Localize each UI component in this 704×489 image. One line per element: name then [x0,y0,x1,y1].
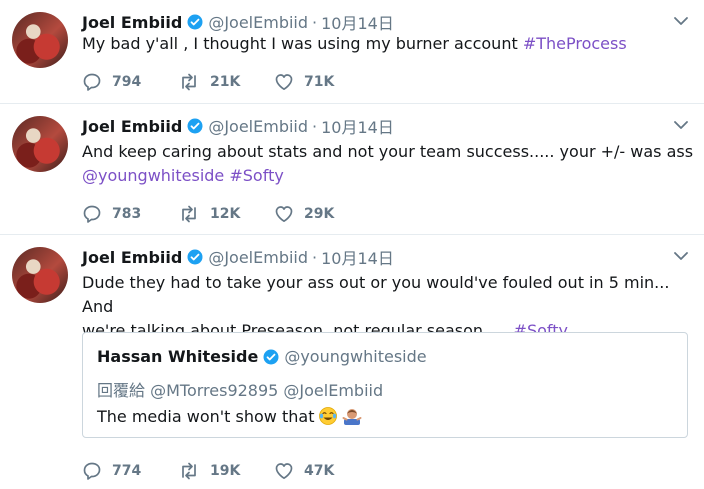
verified-badge-icon [187,118,203,134]
tweet[interactable]: Joel Embiid @JoelEmbiid · 10月14日 My bad … [0,0,704,104]
tweet-actions: 794 21K 71K [82,72,370,92]
reply-icon [83,462,101,480]
verified-badge-icon [187,249,203,265]
tweet-body: And keep caring about stats and not your… [82,142,694,161]
retweet-icon [182,205,196,223]
tweet-actions: 783 12K 29K [82,204,370,224]
tweet-header: Joel Embiid @JoelEmbiid · 10月14日 [82,10,394,34]
author-handle[interactable]: @JoelEmbiid [208,248,308,267]
retweet-button[interactable]: 12K [178,204,274,224]
tweet-body-line-1: Dude they had to take your ass out or yo… [82,273,670,316]
tweet-body: My bad y'all , I thought I was using my … [82,34,523,53]
heart-icon [275,74,293,91]
verified-badge-icon [263,349,279,365]
tweet[interactable]: Joel Embiid @JoelEmbiid · 10月14日 And kee… [0,104,704,235]
author-handle[interactable]: @JoelEmbiid [208,13,308,32]
retweet-button[interactable]: 21K [178,72,274,92]
chevron-down-icon[interactable] [672,12,690,30]
quoted-author-handle[interactable]: @youngwhiteside [284,347,426,366]
separator-dot: · [312,12,318,32]
quoted-tweet-body: The media won't show that [97,406,315,426]
separator-dot: · [312,116,318,136]
retweet-button[interactable]: 19K [178,461,274,481]
tweet-text: And keep caring about stats and not your… [82,140,693,188]
hashtag-link[interactable]: #Softy [229,166,283,185]
author-handle[interactable]: @JoelEmbiid [208,117,308,136]
reply-button[interactable]: 774 [82,461,178,481]
tweet-actions: 774 19K 47K [82,461,370,481]
chevron-down-icon[interactable] [672,247,690,265]
reply-count: 774 [112,463,142,479]
reply-icon [83,73,101,91]
verified-badge-icon [187,14,203,30]
like-count: 71K [304,74,335,90]
avatar[interactable] [12,12,68,68]
person-shrugging-emoji-icon [342,409,362,425]
separator-dot: · [312,247,318,267]
tears-of-joy-emoji-icon [319,407,338,425]
mention-link[interactable]: @youngwhiteside [82,166,224,185]
reply-icon [83,205,101,223]
retweet-count: 21K [210,74,241,90]
like-button[interactable]: 29K [274,204,370,224]
author-name[interactable]: Joel Embiid [82,13,182,32]
author-name[interactable]: Joel Embiid [82,117,182,136]
reply-button[interactable]: 783 [82,204,178,224]
quoted-tweet-text: The media won't show that [97,406,362,426]
reply-count: 783 [112,206,142,222]
tweet-header: Joel Embiid @JoelEmbiid · 10月14日 [82,114,394,138]
reply-count: 794 [112,74,142,90]
chevron-down-icon[interactable] [672,116,690,134]
like-button[interactable]: 71K [274,72,370,92]
tweet-date[interactable]: 10月14日 [321,10,394,34]
tweet-header: Joel Embiid @JoelEmbiid · 10月14日 [82,245,394,269]
heart-icon [275,206,293,223]
author-name[interactable]: Joel Embiid [82,248,182,267]
quoted-reply-to: 回覆給 @MTorres92895 @JoelEmbiid [97,381,384,400]
quoted-tweet[interactable]: Hassan Whiteside @youngwhiteside 回覆給 @MT… [82,332,688,438]
like-count: 47K [304,463,335,479]
reply-button[interactable]: 794 [82,72,178,92]
tweet-date[interactable]: 10月14日 [321,114,394,138]
tweet-text: My bad y'all , I thought I was using my … [82,32,627,56]
like-count: 29K [304,206,335,222]
retweet-count: 19K [210,463,241,479]
heart-icon [275,463,293,480]
retweet-icon [182,462,196,480]
avatar[interactable] [12,116,68,172]
retweet-icon [182,73,196,91]
avatar[interactable] [12,247,68,303]
quoted-tweet-header: Hassan Whiteside @youngwhiteside [97,347,427,366]
tweet-date[interactable]: 10月14日 [321,245,394,269]
quoted-author-name[interactable]: Hassan Whiteside [97,347,258,366]
hashtag-link[interactable]: #TheProcess [523,34,627,53]
like-button[interactable]: 47K [274,461,370,481]
retweet-count: 12K [210,206,241,222]
tweet[interactable]: Joel Embiid @JoelEmbiid · 10月14日 Dude th… [0,235,704,489]
